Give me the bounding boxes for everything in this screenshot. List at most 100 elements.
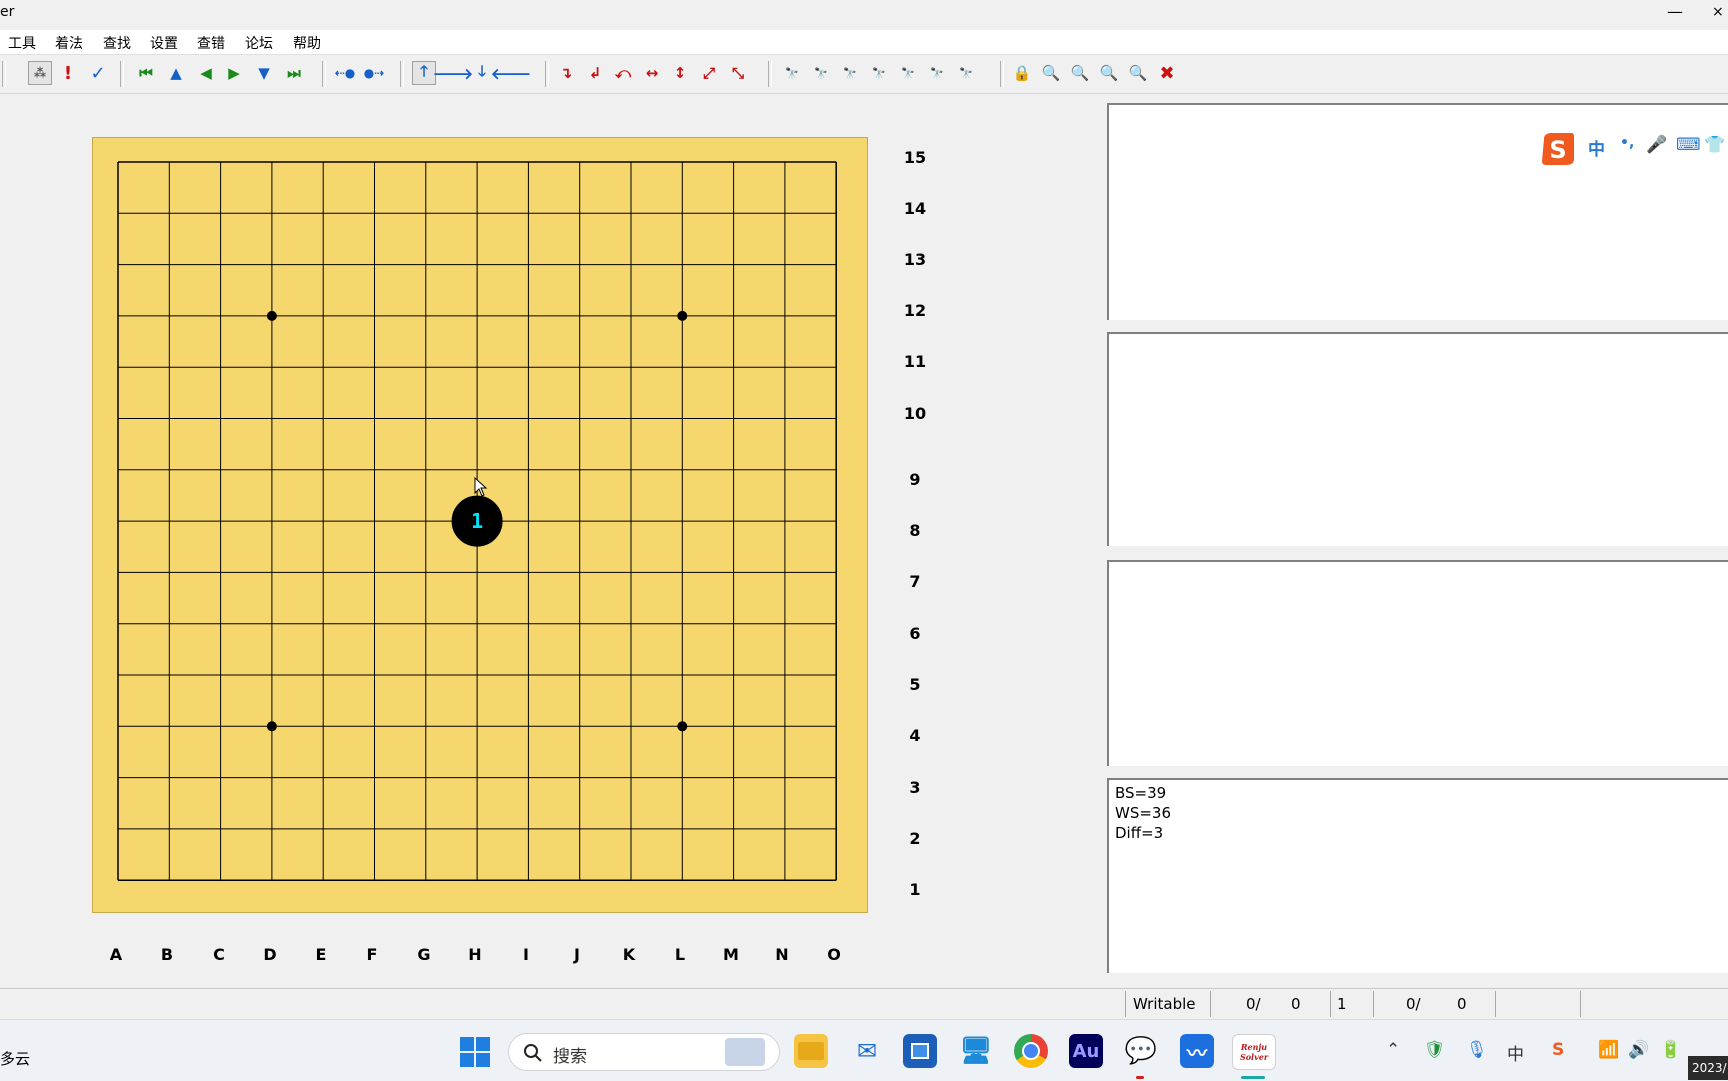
search-red-icon[interactable]: 🔍 — [1068, 61, 1092, 85]
renju-app-label-1: Renju — [1240, 1042, 1268, 1052]
flip-horizontal-icon[interactable]: ↔ — [640, 61, 664, 85]
previous-move-icon[interactable]: ◀ — [194, 61, 218, 85]
close-icon[interactable]: ✖ — [1155, 61, 1179, 85]
show-hidden-icons-chevron-icon[interactable]: ⌃ — [1386, 1040, 1400, 1060]
first-move-icon[interactable]: ⏮ — [134, 61, 158, 85]
volume-icon[interactable]: 🔊 — [1628, 1040, 1649, 1060]
rotate-180-icon[interactable]: ⤺ — [611, 61, 635, 85]
status-bar: Writable 0/ 0 1 0/ 0 — [0, 988, 1728, 1019]
mail-icon[interactable]: ✉ — [850, 1034, 884, 1068]
menu-help[interactable]: 帮助 — [290, 31, 324, 55]
weather-widget[interactable]: 多云 — [0, 1048, 30, 1069]
binoculars-icon[interactable]: 🔭 — [896, 61, 920, 85]
score-difference: Diff=3 — [1115, 824, 1164, 842]
shift-right-icon[interactable]: ●⇢ — [362, 61, 386, 85]
notes-panel[interactable] — [1107, 560, 1728, 766]
chart-app-icon[interactable]: 〰 — [1180, 1034, 1214, 1068]
col-label-j: J — [574, 945, 580, 964]
checkmark-icon[interactable]: ✓ — [86, 61, 110, 85]
arrow-right-icon[interactable]: 🡒 — [433, 61, 473, 85]
shift-left-icon[interactable]: ⇠● — [333, 61, 357, 85]
evaluation-panel[interactable]: BS=39 WS=36 Diff=3 — [1107, 778, 1728, 973]
flip-vertical-icon[interactable]: ↕ — [668, 61, 692, 85]
ime-toolbar[interactable]: S 中 •, 🎤 ⌨ 👕 — [1538, 127, 1728, 171]
taskbar-search-box[interactable]: 搜索 — [508, 1033, 780, 1071]
col-label-l: L — [674, 945, 686, 964]
row-label-4: 4 — [909, 726, 921, 745]
flip-antidiagonal-icon[interactable]: ⤡ — [726, 61, 750, 85]
status-field-empty — [1580, 991, 1728, 1017]
search-blue-icon[interactable]: 🔍 — [1097, 61, 1121, 85]
gomoku-board[interactable] — [92, 137, 868, 913]
col-label-a: A — [109, 945, 123, 964]
wechat-icon[interactable]: 💬 — [1124, 1034, 1158, 1068]
audition-app-icon[interactable]: Au — [1069, 1034, 1103, 1068]
menu-find[interactable]: 查找 — [100, 31, 134, 55]
search-placeholder: 搜索 — [553, 1047, 587, 1067]
security-shield-icon[interactable]: 🛡 — [1424, 1040, 1446, 1060]
toolbar-separator — [120, 61, 124, 87]
toolbar-separator — [545, 61, 549, 87]
row-label-15: 15 — [903, 148, 927, 167]
ime-skin-icon[interactable]: 👕 — [1704, 135, 1725, 155]
ime-mic-icon[interactable]: 🎤 — [1646, 135, 1667, 155]
app-running-indicator — [1136, 1076, 1144, 1079]
ime-punctuation[interactable]: •, — [1620, 135, 1634, 151]
binoculars-icon[interactable]: 🔭 — [954, 61, 978, 85]
close-button[interactable]: × — [1712, 0, 1728, 26]
status-counter-2b: 0 — [1457, 995, 1467, 1013]
col-label-k: K — [622, 945, 636, 964]
battery-icon[interactable]: 🔋 — [1660, 1040, 1681, 1060]
remote-desktop-icon[interactable]: 🖥 — [959, 1034, 993, 1068]
last-move-icon[interactable]: ⏭ — [282, 61, 306, 85]
col-label-n: N — [775, 945, 789, 964]
menu-tools[interactable]: 工具 — [5, 31, 39, 55]
analysis-toggle-icon[interactable]: ⁂ — [28, 61, 52, 85]
microphone-icon[interactable]: 🎙 — [1466, 1040, 1488, 1060]
next-move-icon[interactable]: ▶ — [222, 61, 246, 85]
row-label-13: 13 — [903, 250, 927, 269]
binoculars-icon[interactable]: 🔭 — [838, 61, 862, 85]
lock-icon[interactable]: 🔒 — [1010, 61, 1034, 85]
renju-solver-app-icon[interactable]: Renju Solver — [1232, 1034, 1276, 1070]
arrow-left-icon[interactable]: 🡐 — [491, 61, 531, 85]
browser-icon[interactable] — [1014, 1034, 1048, 1068]
status-move-number: 1 — [1330, 991, 1373, 1017]
binoculars-icon[interactable]: 🔭 — [925, 61, 949, 85]
toolbar-separator — [2, 61, 6, 87]
exclamation-icon[interactable]: ! — [56, 61, 80, 85]
ime-chinese-mode[interactable]: 中 — [1588, 135, 1605, 160]
search-red-icon[interactable]: 🔍 — [1039, 61, 1063, 85]
file-explorer-icon[interactable] — [794, 1034, 828, 1068]
ime-keyboard-icon[interactable]: ⌨ — [1676, 135, 1701, 155]
menu-settings[interactable]: 设置 — [147, 31, 181, 55]
col-label-m: M — [723, 945, 739, 964]
menu-moves[interactable]: 着法 — [52, 31, 86, 55]
analysis-panel[interactable] — [1107, 332, 1728, 546]
black-score: BS=39 — [1115, 784, 1167, 802]
binoculars-icon[interactable]: 🔭 — [780, 61, 804, 85]
sogou-tray-icon[interactable]: S — [1552, 1040, 1564, 1060]
sogou-logo-icon: S — [1542, 133, 1574, 165]
col-label-g: G — [417, 945, 431, 964]
row-label-12: 12 — [903, 301, 927, 320]
clock[interactable]: 2023/ — [1688, 1056, 1728, 1080]
minimize-button[interactable]: — — [1660, 0, 1690, 26]
rotate-left-icon[interactable]: ↲ — [583, 61, 607, 85]
binoculars-icon[interactable]: 🔭 — [867, 61, 891, 85]
windows-start-button[interactable] — [460, 1037, 490, 1067]
flip-diagonal-icon[interactable]: ⤢ — [697, 61, 721, 85]
status-mode: Writable — [1125, 991, 1210, 1017]
up-triangle-icon[interactable]: ▲ — [164, 61, 188, 85]
svg-text:S: S — [1549, 136, 1566, 164]
menu-forum[interactable]: 论坛 — [242, 31, 276, 55]
down-triangle-icon[interactable]: ▼ — [252, 61, 276, 85]
col-label-o: O — [827, 945, 841, 964]
wifi-icon[interactable]: 📶 — [1598, 1040, 1619, 1060]
search-blue-icon[interactable]: 🔍 — [1126, 61, 1150, 85]
ime-tray-indicator[interactable]: 中 — [1507, 1040, 1524, 1065]
binoculars-icon[interactable]: 🔭 — [809, 61, 833, 85]
microsoft-store-icon[interactable] — [903, 1034, 937, 1068]
rotate-right-icon[interactable]: ↴ — [554, 61, 578, 85]
menu-check-errors[interactable]: 查错 — [194, 31, 228, 55]
